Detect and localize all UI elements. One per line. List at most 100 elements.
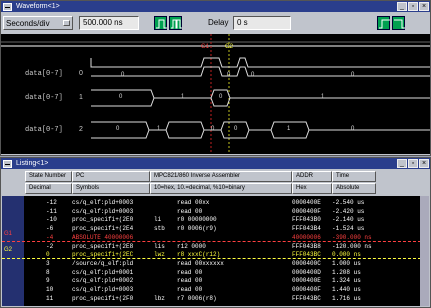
listing-pc: cs/q_elf:pld+0003 bbox=[72, 207, 134, 215]
listing-operand: read 00 bbox=[177, 277, 203, 285]
timebase-select[interactable]: Seconds/div bbox=[3, 16, 73, 30]
listing-pc: cs/q_elf:pld+0003 bbox=[72, 286, 134, 293]
listing-addr: 0000400E bbox=[292, 277, 321, 285]
row-value: 0 bbox=[351, 126, 355, 132]
listing-pc: proc_specifi+(2F0 bbox=[72, 294, 134, 302]
table-row[interactable]: -4 ABSOLUTE 40000006 40000006 -390.000 ns bbox=[2, 234, 421, 242]
listing-pc: cs/q_elf:pld+0001 bbox=[72, 268, 134, 276]
listing-addr: FFF043B0 bbox=[292, 216, 321, 224]
listing-operand: r0 0006(r9) bbox=[177, 225, 217, 233]
listing-state: 10 bbox=[46, 286, 54, 293]
listing-time: -2.140 us bbox=[332, 216, 365, 224]
listing-pc: cs/q_elf:pld+0003 bbox=[72, 199, 134, 206]
waveform-title: Waveform<1> bbox=[16, 3, 60, 10]
listing-table[interactable]: G1 G2 -12 cs/q_elf:pld+0003 read 00xx 00004… bbox=[2, 196, 421, 306]
col-header-time[interactable]: Time bbox=[332, 171, 376, 182]
maximize-icon[interactable]: ▫ bbox=[408, 2, 418, 11]
column-headers: State Number PC MPC821/860 Inverse Assem… bbox=[25, 171, 376, 182]
listing-operand: r12 0000 bbox=[177, 242, 206, 250]
listing-time: 1.440 us bbox=[332, 286, 361, 293]
listing-pc: /source/q_elf:pld bbox=[72, 259, 134, 267]
system-menu-icon[interactable] bbox=[3, 159, 12, 168]
scroll-left-button[interactable] bbox=[377, 16, 390, 30]
listing-time: 1.324 us bbox=[332, 277, 361, 285]
listing-mnemonic: li bbox=[154, 216, 162, 224]
table-row[interactable]: 11 proc_specifi+(2F0 lbz r7 0006(r8) FFF043B… bbox=[2, 295, 421, 303]
listing-addr: 0000400E bbox=[292, 199, 321, 206]
col-format-disasm[interactable]: 10=hex, 10.=decimal, %10=binary bbox=[150, 183, 292, 194]
system-menu-icon[interactable] bbox=[3, 2, 12, 11]
vertical-scrollbar[interactable] bbox=[420, 196, 429, 306]
row-value: 1 bbox=[287, 126, 291, 132]
close-icon[interactable]: × bbox=[419, 2, 429, 11]
table-row[interactable]: -6 proc_specifi+(2E4 stb r0 0006(r9) FFF043B… bbox=[2, 225, 421, 233]
listing-titlebar[interactable]: Listing<1> _ ▫ × bbox=[1, 158, 430, 169]
listing-operand: read 00xxxxxx bbox=[177, 259, 224, 267]
table-row[interactable]: -10 proc_specifi+(2E0 li r0 00000000 FFF043B… bbox=[2, 216, 421, 224]
col-format-state[interactable]: Decimal bbox=[25, 183, 72, 194]
listing-mnemonic: stb bbox=[154, 225, 165, 233]
timebase-input[interactable]: 500.000 ns bbox=[79, 16, 139, 30]
listing-state: -6 bbox=[46, 225, 54, 233]
waveform-display[interactable]: G1 G2 data[0-7] 0 0 0 0 0 data[0-7] 1 0 … bbox=[1, 34, 430, 154]
zoom-in-button[interactable] bbox=[169, 16, 182, 30]
listing-state: 11 bbox=[46, 294, 54, 302]
trace-row-2 bbox=[91, 121, 430, 131]
trace-row-1 bbox=[91, 89, 430, 99]
row-value: 0 bbox=[211, 126, 215, 132]
row-label-0[interactable]: data[0-7] bbox=[25, 70, 63, 78]
col-header-disasm[interactable]: MPC821/860 Inverse Assembler bbox=[150, 171, 292, 182]
listing-state: 8 bbox=[46, 268, 50, 276]
maximize-icon[interactable]: ▫ bbox=[408, 159, 418, 168]
table-row[interactable]: 10 cs/q_elf:pld+0003 read 00 0000400F 1.440 … bbox=[2, 286, 421, 294]
row-value: 1 bbox=[181, 94, 185, 100]
table-row[interactable]: 3/source/q_elf:pld read 00xxxxxx 0000400C 1… bbox=[2, 260, 421, 268]
delay-input[interactable]: 0 s bbox=[233, 16, 291, 30]
table-row[interactable]: -11 cs/q_elf:pld+0003 read 00 0000400F -2.42… bbox=[2, 208, 421, 216]
listing-addr: 0000400D bbox=[292, 268, 321, 276]
listing-pc: proc_specifi+(2E4 bbox=[72, 225, 134, 233]
minimize-icon[interactable]: _ bbox=[397, 159, 407, 168]
col-header-pc[interactable]: PC bbox=[72, 171, 150, 182]
listing-mnemonic: lbz bbox=[154, 294, 165, 302]
col-format-pc[interactable]: Symbols bbox=[72, 183, 150, 194]
listing-time: -2.420 us bbox=[332, 207, 365, 215]
listing-operand: read 00 bbox=[177, 207, 203, 215]
waveform-titlebar[interactable]: Waveform<1> _ ▫ × bbox=[1, 1, 430, 12]
listing-time: 1.000 us bbox=[332, 259, 361, 267]
col-header-addr[interactable]: ADDR bbox=[292, 171, 332, 182]
col-header-state[interactable]: State Number bbox=[25, 171, 72, 182]
timebase-select-label: Seconds/div bbox=[6, 18, 50, 28]
minimize-icon[interactable]: _ bbox=[397, 2, 407, 11]
listing-addr: FFF043B8 bbox=[292, 242, 321, 250]
row-value: 0 bbox=[219, 94, 223, 100]
close-icon[interactable]: × bbox=[419, 159, 429, 168]
zoom-out-button[interactable] bbox=[154, 16, 167, 30]
listing-operand: r0 00000000 bbox=[177, 216, 217, 224]
row-index-2: 2 bbox=[79, 126, 83, 133]
table-row[interactable]: 8 cs/q_elf:pld+0001 read 00 0000400D 1.208 u… bbox=[2, 269, 421, 277]
waveform-toolbar: Seconds/div 500.000 ns Delay 0 s bbox=[1, 12, 430, 34]
row-label-1[interactable]: data[0-7] bbox=[25, 94, 63, 102]
scroll-right-button[interactable] bbox=[392, 16, 405, 30]
marker-g1: G1 bbox=[201, 44, 210, 50]
listing-state: 9 bbox=[46, 277, 50, 285]
table-row[interactable]: -12 cs/q_elf:pld+0003 read 00xx 0000400E -2.… bbox=[2, 199, 421, 207]
table-row[interactable]: 0 proc_specifi+(2EC lwz r8 xxxC(r12) FFF043B… bbox=[2, 251, 421, 260]
listing-pc: ABSOLUTE 40000006 bbox=[72, 233, 134, 241]
table-row[interactable]: -2 proc_specifi+(2E8 lis r12 0000 FFF043B8 -1… bbox=[2, 243, 421, 251]
listing-addr: FFF043BC bbox=[292, 294, 321, 302]
row-value: 0 bbox=[116, 126, 120, 132]
listing-pc: proc_specifi+(2EC bbox=[72, 251, 134, 259]
col-format-time[interactable]: Absolute bbox=[332, 183, 376, 194]
listing-state: -4 bbox=[46, 233, 54, 241]
listing-time: -1.524 us bbox=[332, 225, 365, 233]
col-format-addr[interactable]: Hex bbox=[292, 183, 332, 194]
row-value: 0 bbox=[119, 94, 123, 100]
listing-state: -11 bbox=[46, 207, 57, 215]
row-label-2[interactable]: data[0-7] bbox=[25, 126, 63, 134]
row-value: 0 bbox=[234, 126, 238, 132]
trace-row-0 bbox=[90, 57, 430, 68]
table-row[interactable]: 9 cs/q_elf:pld+0002 read 00 0000400E 1.324 u… bbox=[2, 277, 421, 285]
listing-state: -12 bbox=[46, 199, 57, 206]
